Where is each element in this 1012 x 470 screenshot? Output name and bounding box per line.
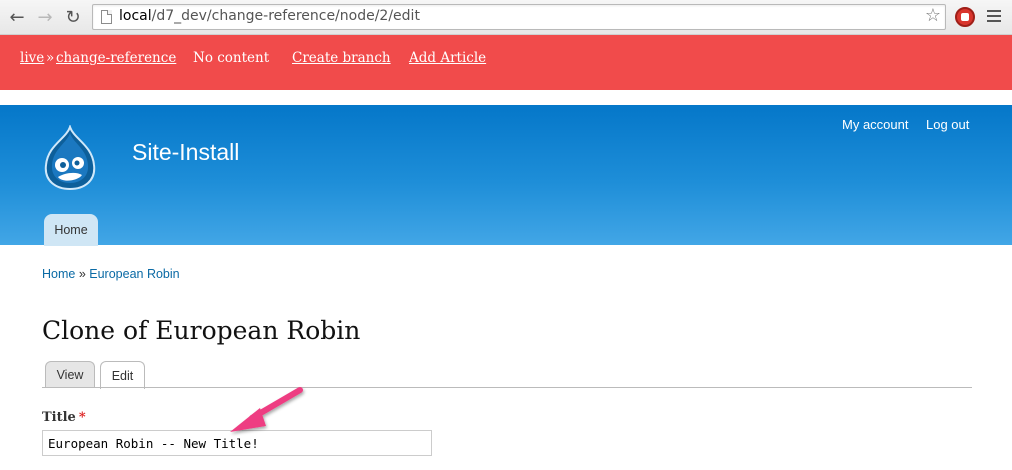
url-path: /d7_dev/change-reference/node/2/edit: [151, 8, 420, 24]
site-name-link[interactable]: Site-Install: [132, 139, 239, 166]
back-arrow-icon: ←: [9, 6, 25, 28]
site-header: Site-Install My account Log out Home: [0, 105, 1012, 246]
drupal-logo-icon[interactable]: [40, 125, 100, 191]
create-branch-link[interactable]: Create branch: [292, 50, 391, 66]
title-field-label: Title *: [42, 410, 86, 425]
workbench-bar: live » change-reference No content Creat…: [0, 35, 1012, 90]
my-account-link[interactable]: My account: [842, 117, 908, 132]
tabs-divider: [42, 387, 972, 388]
crumb-live-link[interactable]: live: [20, 50, 44, 66]
url-host: local: [119, 8, 152, 24]
required-marker: *: [78, 410, 86, 425]
crumb-branch-link[interactable]: change-reference: [56, 50, 176, 66]
browser-toolbar: ← → ↻ local/d7_dev/change-reference/node…: [0, 0, 1012, 35]
title-label-text: Title: [42, 410, 76, 425]
reload-icon: ↻: [65, 6, 81, 28]
url-text: local/d7_dev/change-reference/node/2/edi…: [119, 8, 420, 24]
page-title: Clone of European Robin: [42, 316, 361, 345]
browser-menu-icon[interactable]: [987, 10, 1001, 22]
breadcrumb-separator: »: [78, 267, 86, 281]
add-article-link[interactable]: Add Article: [409, 50, 486, 66]
crumb-separator: »: [46, 50, 55, 66]
address-bar[interactable]: local/d7_dev/change-reference/node/2/edi…: [92, 4, 946, 30]
page-icon: [101, 10, 112, 24]
no-content-label: No content: [193, 50, 270, 66]
forward-arrow-icon: →: [37, 6, 53, 28]
extension-stop-icon[interactable]: [955, 7, 975, 27]
breadcrumb: Home » European Robin: [42, 267, 180, 281]
breadcrumb-current-link[interactable]: European Robin: [89, 267, 179, 281]
tab-edit[interactable]: Edit: [100, 361, 145, 389]
reload-button[interactable]: ↻: [62, 6, 84, 28]
breadcrumb-home-link[interactable]: Home: [42, 267, 75, 281]
back-button[interactable]: ←: [6, 6, 28, 28]
forward-button[interactable]: →: [34, 6, 56, 28]
annotation-arrow-icon: [230, 387, 303, 432]
log-out-link[interactable]: Log out: [926, 117, 969, 132]
tab-view[interactable]: View: [45, 361, 95, 388]
bookmark-star-icon[interactable]: ☆: [925, 5, 941, 26]
main-menu-home-tab[interactable]: Home: [44, 214, 98, 246]
